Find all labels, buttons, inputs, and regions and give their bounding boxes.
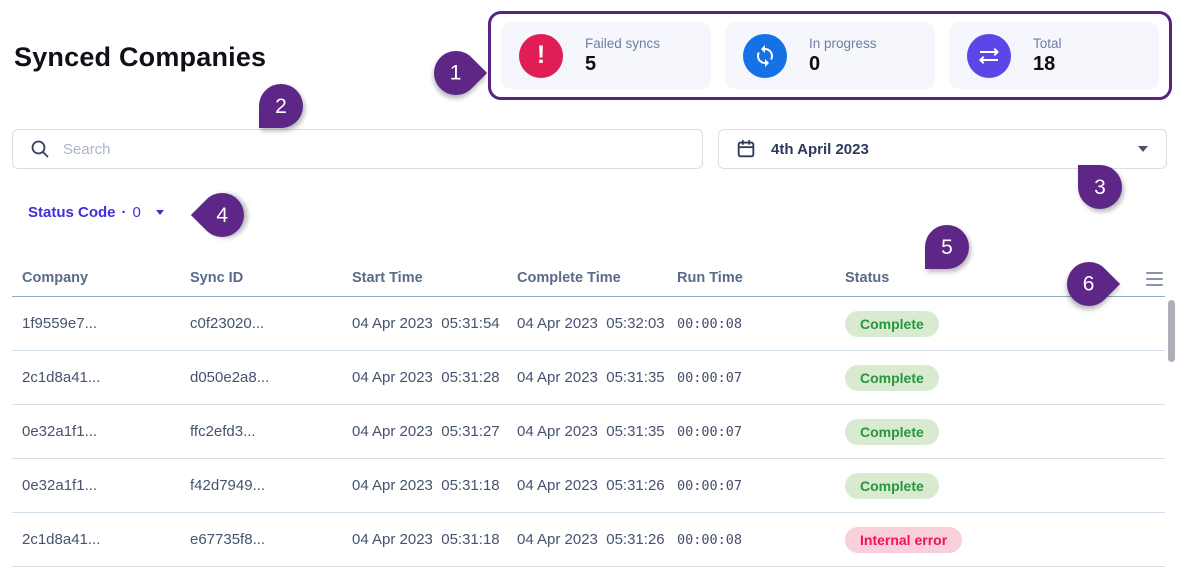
column-start-time: Start Time (352, 270, 423, 286)
annotation-marker-5: 5 (925, 225, 969, 269)
cell-complete-time: 04 Apr 2023 05:31:35 (517, 423, 665, 440)
annotation-box-stats: ! Failed syncs 5 In progress 0 Total 18 (488, 11, 1172, 100)
status-code-count: 0 (132, 204, 141, 221)
cell-complete-time: 04 Apr 2023 05:32:03 (517, 315, 665, 332)
column-company: Company (22, 270, 89, 286)
cell-complete-time: 04 Apr 2023 05:31:26 (517, 477, 665, 494)
stat-card-failed-syncs: ! Failed syncs 5 (501, 22, 711, 89)
scrollbar-thumb[interactable] (1168, 300, 1175, 362)
sync-icon (743, 33, 787, 78)
cell-company: 0e32a1f1... (22, 423, 98, 440)
column-sync-id: Sync ID (190, 270, 244, 286)
cell-company: 2c1d8a41... (22, 369, 101, 386)
table-row[interactable]: 2c1d8a41... d050e2a8... 04 Apr 2023 05:3… (12, 351, 1165, 405)
search-icon (31, 140, 49, 158)
annotation-marker-3: 3 (1078, 165, 1122, 209)
search-input[interactable] (63, 140, 702, 158)
stat-value: 5 (585, 52, 597, 75)
status-badge: Internal error (845, 526, 963, 553)
table-row[interactable]: 0e32a1f1... ffc2efd3... 04 Apr 2023 05:3… (12, 405, 1165, 459)
cell-sync-id: d050e2a8... (190, 369, 270, 386)
cell-run-time: 00:00:08 (677, 315, 743, 332)
status-code-filter[interactable]: Status Code · 0 (28, 204, 164, 221)
cell-complete-time: 04 Apr 2023 05:31:35 (517, 369, 665, 386)
cell-sync-id: e67735f8... (190, 531, 266, 548)
cell-run-time: 00:00:08 (677, 531, 743, 548)
date-value: 4th April 2023 (771, 140, 869, 158)
stat-card-total: Total 18 (949, 22, 1159, 89)
calendar-icon (737, 139, 755, 158)
stat-label: Total (1033, 35, 1062, 51)
alert-icon: ! (519, 33, 563, 78)
cell-start-time: 04 Apr 2023 05:31:27 (352, 423, 500, 440)
search-box (12, 129, 703, 169)
chevron-down-icon (1138, 146, 1148, 152)
column-run-time: Run Time (677, 270, 743, 286)
cell-sync-id: f42d7949... (190, 477, 266, 494)
status-badge: Complete (845, 310, 939, 337)
cell-company: 1f9559e7... (22, 315, 98, 332)
cell-company: 0e32a1f1... (22, 477, 98, 494)
separator-dot: · (121, 204, 127, 221)
table-row[interactable]: 1f9559e7... c0f23020... 04 Apr 2023 05:3… (12, 297, 1165, 351)
cell-start-time: 04 Apr 2023 05:31:18 (352, 477, 500, 494)
sync-table: Company Sync ID Start Time Complete Time… (12, 255, 1165, 567)
stat-value: 18 (1033, 52, 1056, 75)
stat-label: In progress (809, 35, 877, 51)
chevron-down-icon (155, 210, 164, 215)
annotation-marker-1: 1 (424, 41, 488, 105)
cell-sync-id: c0f23020... (190, 315, 265, 332)
stat-card-in-progress: In progress 0 (725, 22, 935, 89)
cell-run-time: 00:00:07 (677, 423, 743, 440)
table-header: Company Sync ID Start Time Complete Time… (12, 255, 1165, 297)
stat-value: 0 (809, 52, 821, 75)
cell-start-time: 04 Apr 2023 05:31:54 (352, 315, 500, 332)
annotation-marker-2: 2 (259, 84, 303, 128)
table-menu-icon[interactable] (1146, 271, 1163, 286)
status-badge: Complete (845, 418, 939, 445)
date-picker[interactable]: 4th April 2023 (718, 129, 1167, 169)
column-complete-time: Complete Time (517, 270, 621, 286)
cell-sync-id: ffc2efd3... (190, 423, 256, 440)
status-badge: Complete (845, 472, 939, 499)
status-badge: Complete (845, 364, 939, 391)
stat-label: Failed syncs (585, 35, 661, 51)
cell-run-time: 00:00:07 (677, 477, 743, 494)
table-row[interactable]: 2c1d8a41... e67735f8... 04 Apr 2023 05:3… (12, 513, 1165, 567)
transfer-icon (967, 33, 1011, 78)
cell-start-time: 04 Apr 2023 05:31:18 (352, 531, 500, 548)
page-title: Synced Companies (14, 42, 267, 72)
cell-company: 2c1d8a41... (22, 531, 101, 548)
cell-start-time: 04 Apr 2023 05:31:28 (352, 369, 500, 386)
table-row[interactable]: 0e32a1f1... f42d7949... 04 Apr 2023 05:3… (12, 459, 1165, 513)
status-code-label: Status Code (28, 204, 116, 221)
annotation-marker-4: 4 (190, 183, 254, 247)
cell-complete-time: 04 Apr 2023 05:31:26 (517, 531, 665, 548)
cell-run-time: 00:00:07 (677, 369, 743, 386)
